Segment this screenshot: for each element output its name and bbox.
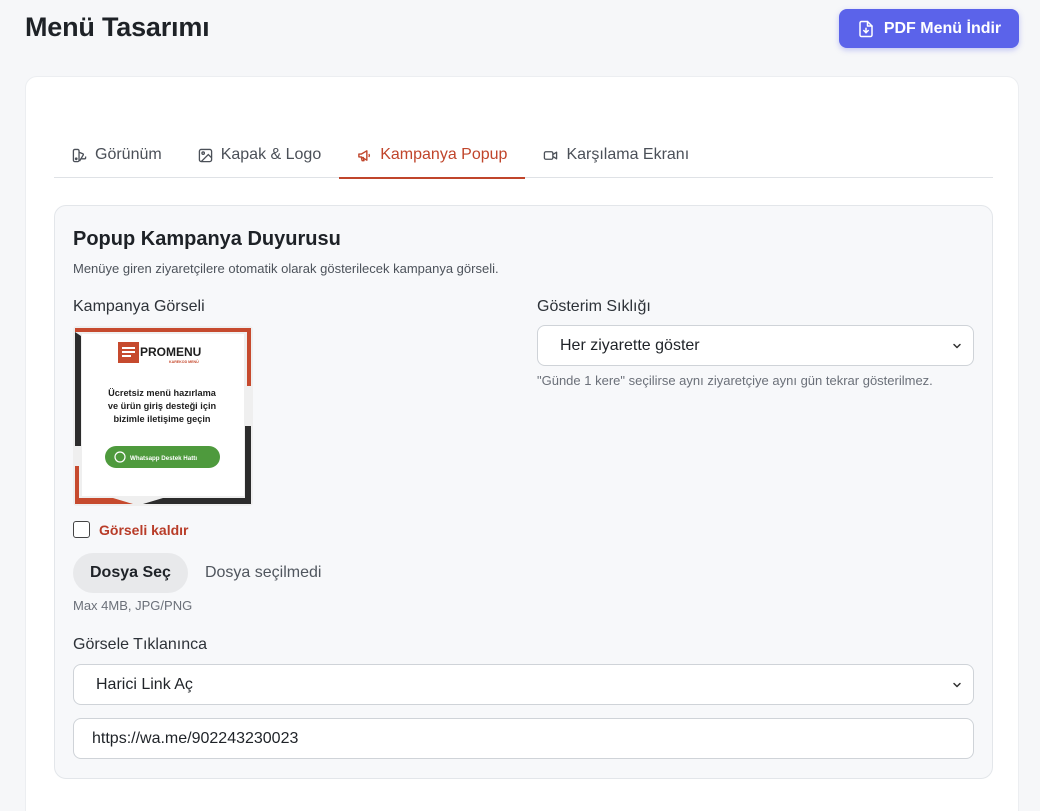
tab-label: Karşılama Ekranı (566, 146, 690, 163)
chevron-down-icon (953, 343, 961, 349)
choose-file-button[interactable]: Dosya Seç (73, 553, 188, 593)
tab-label: Kampanya Popup (380, 146, 508, 163)
settings-card: Görünüm Kapak & Logo Kampanya Popup Karş… (25, 76, 1019, 811)
click-action-value: Harici Link Aç (96, 675, 193, 693)
promo-cta-text: Whatsapp Destek Hattı (130, 455, 197, 462)
pdf-download-button[interactable]: PDF Menü İndir (839, 9, 1019, 48)
frequency-value: Her ziyarette göster (560, 336, 700, 354)
frequency-label: Gösterim Sıklığı (537, 298, 651, 315)
promo-headline-line-3: bizimle iletişime geçin (113, 414, 210, 424)
tab-label: Görünüm (95, 146, 162, 163)
campaign-image-preview: PROMENU KAREKOD MENÜ Ücretsiz menü hazır… (73, 326, 253, 506)
tab-bar: Görünüm Kapak & Logo Kampanya Popup Karş… (54, 132, 993, 179)
frequency-hint: "Günde 1 kere" seçilirse aynı ziyaretçiy… (537, 373, 933, 388)
campaign-image-label: Kampanya Görseli (73, 298, 205, 315)
remove-image-row[interactable]: Görseli kaldır (73, 521, 188, 538)
page-title: Menü Tasarımı (25, 12, 210, 42)
file-download-icon (859, 20, 873, 37)
tab-kapak-logo[interactable]: Kapak & Logo (180, 132, 340, 178)
remove-image-checkbox[interactable] (73, 521, 90, 538)
promo-brand-subtext: KAREKOD MENÜ (169, 359, 199, 364)
video-icon (544, 150, 558, 160)
remove-image-label: Görseli kaldır (99, 521, 189, 538)
tab-gorunum[interactable]: Görünüm (54, 132, 180, 178)
file-size-hint: Max 4MB, JPG/PNG (73, 598, 193, 613)
pdf-download-label: PDF Menü İndir (883, 19, 1002, 37)
palette-icon (72, 148, 87, 162)
tab-label: Kapak & Logo (220, 146, 322, 163)
click-action-select[interactable]: Harici Link Aç (73, 664, 974, 705)
promo-headline-line-1: Ücretsiz menü hazırlama (108, 388, 217, 398)
panel-description: Menüye giren ziyaretçilere otomatik olar… (73, 261, 499, 276)
external-link-value: https://wa.me/902243230023 (92, 729, 299, 747)
file-picker: Dosya Seç Dosya seçilmedi (73, 553, 321, 593)
file-status-text: Dosya seçilmedi (204, 564, 322, 581)
frequency-select[interactable]: Her ziyarette göster (537, 325, 974, 366)
click-action-label: Görsele Tıklanınca (73, 636, 207, 653)
campaign-image-graphic: PROMENU KAREKOD MENÜ Ücretsiz menü hazır… (73, 326, 253, 506)
megaphone-icon (358, 149, 371, 161)
promo-headline-line-2: ve ürün giriş desteği için (108, 401, 217, 411)
panel-title: Popup Kampanya Duyurusu (73, 228, 341, 250)
tab-kampanya-popup[interactable]: Kampanya Popup (339, 132, 526, 179)
image-icon (198, 148, 212, 162)
tab-karsilama-ekrani[interactable]: Karşılama Ekranı (525, 132, 707, 178)
external-link-input[interactable]: https://wa.me/902243230023 (73, 718, 974, 759)
chevron-down-icon (953, 682, 961, 688)
popup-campaign-panel: Popup Kampanya Duyurusu Menüye giren ziy… (54, 205, 993, 779)
promo-brand-text: PROMENU (140, 345, 201, 359)
